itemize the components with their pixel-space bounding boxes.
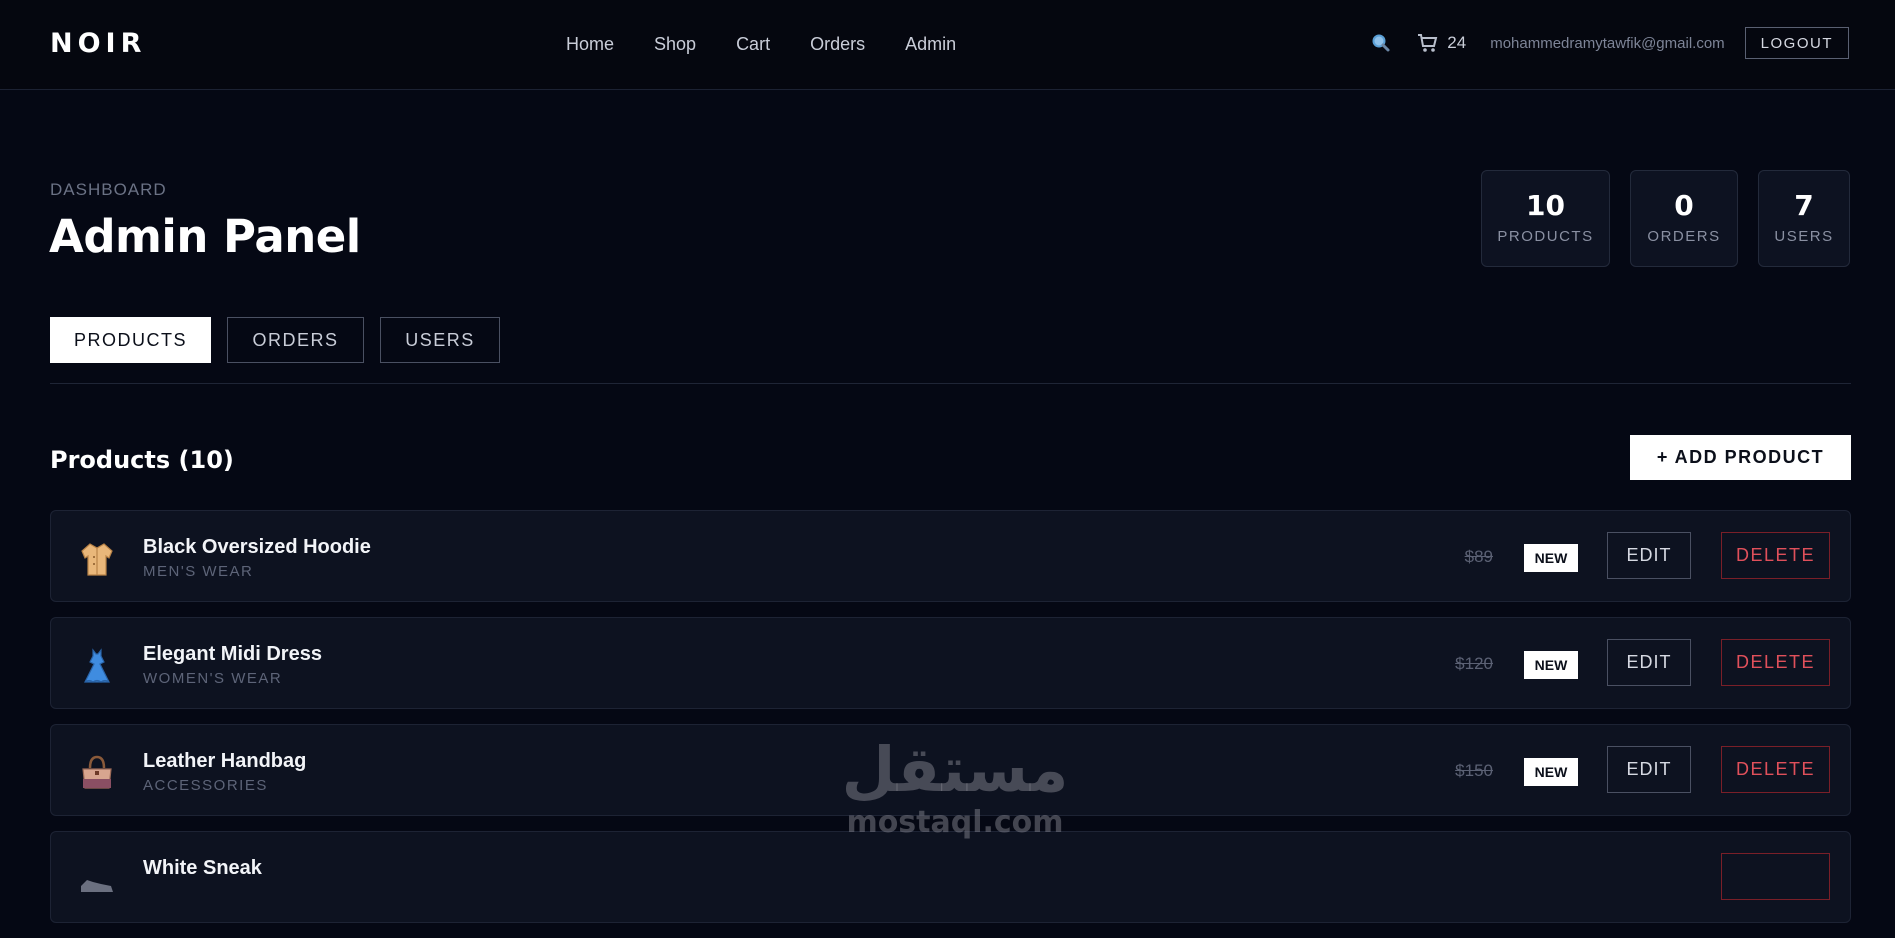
cart-link[interactable]: 24 (1417, 33, 1466, 53)
product-category: WOMEN'S WEAR (143, 670, 283, 687)
logout-button[interactable]: LOGOUT (1744, 27, 1849, 59)
product-row: Leather Handbag ACCESSORIES $150 NEW EDI… (50, 724, 1851, 816)
product-name: Black Oversized Hoodie (143, 536, 371, 558)
new-badge: NEW (1524, 544, 1578, 572)
stat-label: PRODUCTS (1497, 228, 1594, 245)
product-row: Black Oversized Hoodie MEN'S WEAR $89 NE… (50, 510, 1851, 602)
nav-right-group: 24 mohammedramytawfik@gmail.com LOGOUT (1371, 27, 1849, 59)
page-title: Admin Panel (49, 210, 361, 263)
product-name: White Sneak (143, 857, 262, 879)
edit-product-button[interactable]: EDIT (1607, 532, 1691, 579)
product-list: Black Oversized Hoodie MEN'S WEAR $89 NE… (50, 510, 1851, 938)
cart-icon (1417, 33, 1439, 53)
stat-label: ORDERS (1647, 228, 1721, 245)
delete-product-button[interactable] (1721, 853, 1830, 900)
product-name: Leather Handbag (143, 750, 307, 772)
stat-value: 10 (1526, 189, 1565, 222)
section-divider (50, 383, 1851, 384)
product-name: Elegant Midi Dress (143, 643, 322, 665)
product-price: $150 (1455, 761, 1493, 780)
dress-icon (77, 646, 117, 686)
main-nav: Home Shop Cart Orders Admin (566, 34, 996, 55)
product-price: $89 (1464, 547, 1493, 566)
stat-value: 0 (1674, 189, 1694, 222)
product-category: ACCESSORIES (143, 777, 268, 794)
user-email: mohammedramytawfik@gmail.com (1490, 34, 1725, 52)
nav-link-orders[interactable]: Orders (810, 34, 865, 55)
product-price: $120 (1455, 654, 1493, 673)
stat-card-products: 10 PRODUCTS (1481, 170, 1610, 267)
nav-link-home[interactable]: Home (566, 34, 614, 55)
top-navbar: NOIR Home Shop Cart Orders Admin 24 moha… (0, 0, 1895, 90)
nav-link-cart[interactable]: Cart (736, 34, 770, 55)
new-badge: NEW (1524, 651, 1578, 679)
edit-product-button[interactable]: EDIT (1607, 639, 1691, 686)
handbag-icon (77, 753, 117, 793)
admin-tabs: PRODUCTS ORDERS USERS (50, 317, 516, 363)
stat-value: 7 (1794, 189, 1814, 222)
sneaker-icon (77, 860, 117, 900)
product-row: White Sneak (50, 831, 1851, 923)
stats-group: 10 PRODUCTS 0 ORDERS 7 USERS (1461, 170, 1850, 267)
coat-icon (77, 539, 117, 579)
delete-product-button[interactable]: DELETE (1721, 746, 1830, 793)
brand-logo[interactable]: NOIR (50, 28, 146, 59)
new-badge: NEW (1524, 758, 1578, 786)
product-category: MEN'S WEAR (143, 563, 254, 580)
add-product-button[interactable]: + ADD PRODUCT (1630, 435, 1851, 480)
page-eyebrow: DASHBOARD (50, 180, 167, 199)
nav-link-shop[interactable]: Shop (654, 34, 696, 55)
nav-link-admin[interactable]: Admin (905, 34, 956, 55)
tab-orders[interactable]: ORDERS (227, 317, 364, 363)
product-row: Elegant Midi Dress WOMEN'S WEAR $120 NEW… (50, 617, 1851, 709)
edit-product-button[interactable]: EDIT (1607, 746, 1691, 793)
stat-card-users: 7 USERS (1758, 170, 1850, 267)
stat-card-orders: 0 ORDERS (1630, 170, 1738, 267)
tab-products[interactable]: PRODUCTS (50, 317, 211, 363)
search-icon[interactable] (1371, 33, 1391, 53)
cart-count: 24 (1447, 33, 1467, 52)
delete-product-button[interactable]: DELETE (1721, 639, 1830, 686)
tab-users[interactable]: USERS (380, 317, 500, 363)
delete-product-button[interactable]: DELETE (1721, 532, 1830, 579)
stat-label: USERS (1774, 228, 1834, 245)
products-section-title: Products (10) (50, 446, 234, 474)
